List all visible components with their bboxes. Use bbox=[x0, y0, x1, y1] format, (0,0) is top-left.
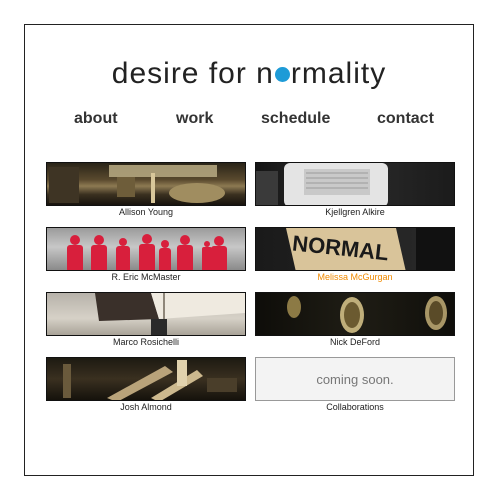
logo-text-end: rmality bbox=[290, 57, 387, 90]
artist-name: Kjellgren Alkire bbox=[325, 207, 385, 217]
nav-work-link[interactable]: work bbox=[176, 110, 213, 128]
page-frame: desire for n rmality about work schedule … bbox=[24, 24, 474, 476]
tile-name: Collaborations bbox=[326, 402, 384, 412]
artist-tile-allison-young[interactable]: Allison Young bbox=[46, 162, 246, 220]
coming-soon-thumbnail[interactable]: coming soon. bbox=[255, 357, 455, 401]
artist-tile-marco-rosichelli[interactable]: Marco Rosichelli bbox=[46, 292, 246, 350]
artist-tile-melissa-mcgurgan[interactable]: NORMAL Melissa McGurgan bbox=[255, 227, 455, 285]
site-logo[interactable]: desire for n rmality bbox=[25, 57, 473, 91]
artist-tile-nick-deford[interactable]: Nick DeFord bbox=[255, 292, 455, 350]
artist-name: R. Eric McMaster bbox=[111, 272, 181, 282]
artist-thumbnail[interactable] bbox=[255, 292, 455, 336]
nav-about-link[interactable]: about bbox=[74, 110, 118, 128]
artist-tile-josh-almond[interactable]: Josh Almond bbox=[46, 357, 246, 415]
artist-thumbnail[interactable]: NORMAL bbox=[255, 227, 455, 271]
nav-schedule-link[interactable]: schedule bbox=[261, 110, 330, 128]
artist-name: Melissa McGurgan bbox=[317, 272, 393, 282]
main-nav: about work schedule contact bbox=[25, 110, 473, 130]
artist-thumbnail[interactable] bbox=[46, 292, 246, 336]
artist-tile-eric-mcmaster[interactable]: R. Eric McMaster bbox=[46, 227, 246, 285]
artist-name: Nick DeFord bbox=[329, 337, 380, 347]
artist-name: Josh Almond bbox=[120, 402, 172, 412]
artist-thumbnail[interactable] bbox=[46, 227, 246, 271]
artist-name: Allison Young bbox=[118, 207, 174, 217]
tile-collaborations[interactable]: coming soon. Collaborations bbox=[255, 357, 455, 415]
artist-thumbnail[interactable] bbox=[46, 357, 246, 401]
nav-contact-link[interactable]: contact bbox=[377, 110, 434, 128]
logo-text-start: desire for n bbox=[111, 57, 274, 90]
artist-tile-kjellgren-alkire[interactable]: Kjellgren Alkire bbox=[255, 162, 455, 220]
logo-o-dot-icon bbox=[274, 67, 290, 82]
artist-name: Marco Rosichelli bbox=[112, 337, 180, 347]
artist-thumbnail[interactable] bbox=[255, 162, 455, 206]
artist-thumbnail[interactable] bbox=[46, 162, 246, 206]
